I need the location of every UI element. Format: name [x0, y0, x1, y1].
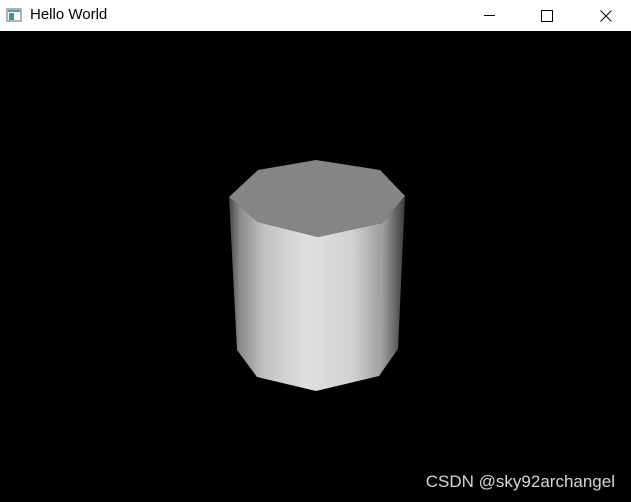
watermark-text: CSDN @sky92archangel [425, 472, 615, 491]
render-viewport[interactable]: CSDN @sky92archangel [0, 31, 631, 502]
window-app-icon [6, 7, 22, 23]
minimize-icon [484, 10, 496, 22]
close-icon [600, 9, 612, 22]
maximize-button[interactable] [524, 0, 570, 31]
close-button[interactable] [583, 0, 629, 31]
app-window: Hello World CSDN @sky92archangel [0, 0, 631, 502]
maximize-icon [541, 9, 553, 22]
window-title: Hello World [30, 6, 108, 23]
title-bar[interactable]: Hello World [0, 0, 631, 31]
scene-canvas [229, 160, 405, 392]
minimize-button[interactable] [467, 0, 513, 31]
